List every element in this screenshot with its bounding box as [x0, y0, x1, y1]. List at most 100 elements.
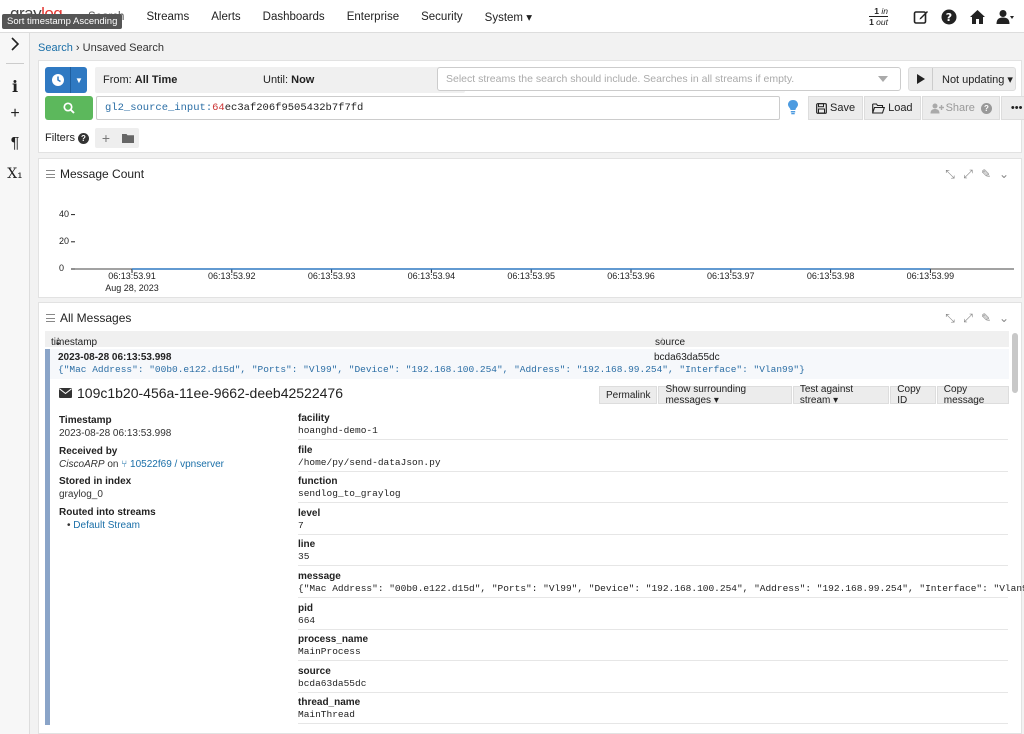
field-value: bcda63da55dc [298, 677, 367, 689]
y-tick-label: 20 [59, 235, 70, 246]
filters-help-icon[interactable]: ? [77, 132, 89, 144]
from-label: From: [103, 74, 132, 86]
field-row[interactable]: message {"Mac Address": "00b0.e122.d15d",… [298, 567, 1024, 598]
row-source: bcda63da55dc [654, 352, 720, 363]
expand-icon[interactable]: ⤢ [959, 311, 977, 326]
user-menu-icon[interactable] [994, 6, 1016, 28]
field-value: sendlog_to_graylog [298, 488, 401, 500]
paragraph-icon[interactable]: ¶ [0, 135, 30, 153]
home-icon[interactable] [966, 6, 988, 28]
meta-received-by: Received by CiscoARP on ⑂ 10522f69 / vpn… [59, 446, 224, 470]
search-actions: Save Load Share ? ••• [808, 96, 1024, 120]
load-search-button[interactable]: Load [864, 96, 921, 120]
x-tick-label: 06:13:53.93 [307, 271, 356, 281]
share-help-icon[interactable]: ? [980, 102, 992, 114]
nav-streams[interactable]: Streams [146, 11, 189, 23]
search-query-input[interactable]: gl2_source_input:64ec3af206f9505432b7f7f… [96, 96, 780, 120]
messages-table-header: timestamp ⇣ source ⇣ [45, 331, 1009, 348]
field-row[interactable]: pid 664 [298, 599, 1008, 630]
message-action-buttons: Permalink Show surrounding messages ▾ Te… [599, 384, 1009, 406]
show-surrounding-button[interactable]: Show surrounding messages ▾ [658, 384, 792, 406]
meta-stored-value: graylog_0 [59, 489, 103, 500]
save-search-button[interactable]: Save [808, 96, 864, 120]
throughput-indicator[interactable]: 1 in 1 out [869, 6, 888, 27]
sort-icon[interactable]: ⇣ [658, 337, 666, 348]
test-against-stream-button[interactable]: Test against stream ▾ [792, 384, 890, 406]
edit-widget-icon[interactable]: ✎ [977, 311, 995, 326]
nav-alerts[interactable]: Alerts [211, 11, 240, 23]
row-timestamp: 2023-08-28 06:13:53.998 [58, 352, 172, 363]
x-tick-label: 06:13:53.94 [407, 271, 456, 281]
from-value: All Time [134, 74, 178, 86]
field-value: 35 [298, 551, 310, 563]
search-sidebar: i + ¶ X₁ [0, 33, 30, 734]
nav-system[interactable]: System ▾ [485, 10, 532, 24]
share-search-button[interactable]: Share ? [921, 96, 1000, 120]
copy-message-button[interactable]: Copy message [936, 384, 1009, 406]
expand-sidebar-icon[interactable] [0, 37, 30, 56]
refresh-interval-dropdown[interactable]: Not updating ▾ [933, 73, 1013, 86]
nav-enterprise[interactable]: Enterprise [347, 11, 399, 23]
filters-label: Filters [45, 132, 75, 144]
permalink-button[interactable]: Permalink [599, 386, 658, 404]
info-icon[interactable]: i [0, 77, 30, 96]
breadcrumb-search-link[interactable]: Search [38, 42, 73, 54]
input-name: CiscoARP [59, 459, 105, 470]
search-submit-button[interactable] [45, 96, 93, 120]
field-value: hoanghd-demo-1 [298, 425, 378, 436]
focus-compress-icon[interactable]: ⤡ [941, 311, 959, 326]
collapse-chevron-icon[interactable]: ⌄ [995, 311, 1013, 326]
x-tick-label: 06:13:53.99 [906, 271, 955, 281]
messages-scrollbar[interactable] [1012, 333, 1018, 393]
search-icon [63, 102, 75, 114]
field-row[interactable]: thread_name MainThread [298, 693, 1008, 725]
field-row[interactable]: function sendlog_to_graylog [298, 472, 1008, 504]
play-icon[interactable] [909, 68, 933, 90]
copy-id-button[interactable]: Copy ID [890, 384, 936, 406]
more-actions-button[interactable]: ••• [1000, 96, 1024, 120]
stream-link[interactable]: Default Stream [73, 520, 140, 531]
sort-desc-icon[interactable]: ⇣ [54, 337, 62, 348]
field-row[interactable]: line 35 [298, 535, 1008, 567]
field-row[interactable]: file/home/py/send-dataJson.py [298, 441, 1008, 472]
widget-actions: ⤡ ⤢ ✎ ⌄ [941, 311, 1013, 326]
add-filter-icon[interactable]: + [95, 128, 117, 148]
nav-dashboards[interactable]: Dashboards [263, 11, 325, 23]
streams-select[interactable]: Select streams the search should include… [437, 67, 901, 91]
help-icon[interactable]: ? [938, 6, 960, 28]
throughput-out-value: 1 [869, 17, 874, 27]
top-navbar: graylog Sort timestamp Ascending Search … [0, 0, 1024, 33]
field-row[interactable]: facility hoanghd-demo-1 [298, 409, 1008, 440]
meta-routed-streams: Routed into streams • Default Stream [59, 507, 156, 531]
meta-timestamp: Timestamp 2023-08-28 06:13:53.998 [59, 415, 171, 439]
nav-security[interactable]: Security [421, 11, 463, 23]
time-range-display[interactable]: From: All Time Until: Now [95, 67, 465, 93]
time-range-type-button[interactable]: ▼ [45, 67, 87, 93]
all-messages-header[interactable]: All Messages [46, 311, 131, 325]
field-row[interactable]: process_name MainProcess [298, 630, 1008, 662]
table-row[interactable]: 2023-08-28 06:13:53.998 bcda63da55dc {"M… [45, 349, 1009, 379]
field-row[interactable]: level 7 [298, 504, 1008, 535]
field-value: 664 [298, 614, 316, 626]
subscript-x-icon[interactable]: X₁ [0, 166, 30, 182]
search-bar-panel: ▼ From: All Time Until: Now Select strea… [38, 60, 1024, 153]
refresh-controls[interactable]: Not updating ▾ [908, 67, 1016, 91]
drag-handle-icon[interactable] [46, 314, 55, 322]
field-key: source [298, 665, 331, 677]
field-key: facility [298, 413, 330, 424]
filters-row: Filters ? + [45, 128, 139, 148]
svg-text:?: ? [946, 11, 952, 24]
plus-icon[interactable]: + [0, 105, 30, 123]
breadcrumb: Search › Unsaved Search [38, 42, 164, 54]
folder-icon[interactable] [117, 128, 139, 148]
received-on-text: on [104, 459, 122, 470]
x-tick-label: 06:13:53.96 [607, 271, 655, 281]
node-link[interactable]: 10522f69 / vpnserver [130, 459, 224, 470]
x-tick-label: 06:13:53.98 [806, 271, 855, 281]
lightbulb-icon[interactable] [787, 99, 801, 117]
message-detail: 109c1b20-456a-11ee-9662-deeb42522476 Per… [45, 379, 1024, 725]
field-row[interactable]: source bcda63da55dc [298, 662, 1008, 693]
field-value: 7 [298, 519, 304, 531]
edit-icon[interactable] [910, 6, 932, 28]
envelope-icon [59, 388, 72, 398]
